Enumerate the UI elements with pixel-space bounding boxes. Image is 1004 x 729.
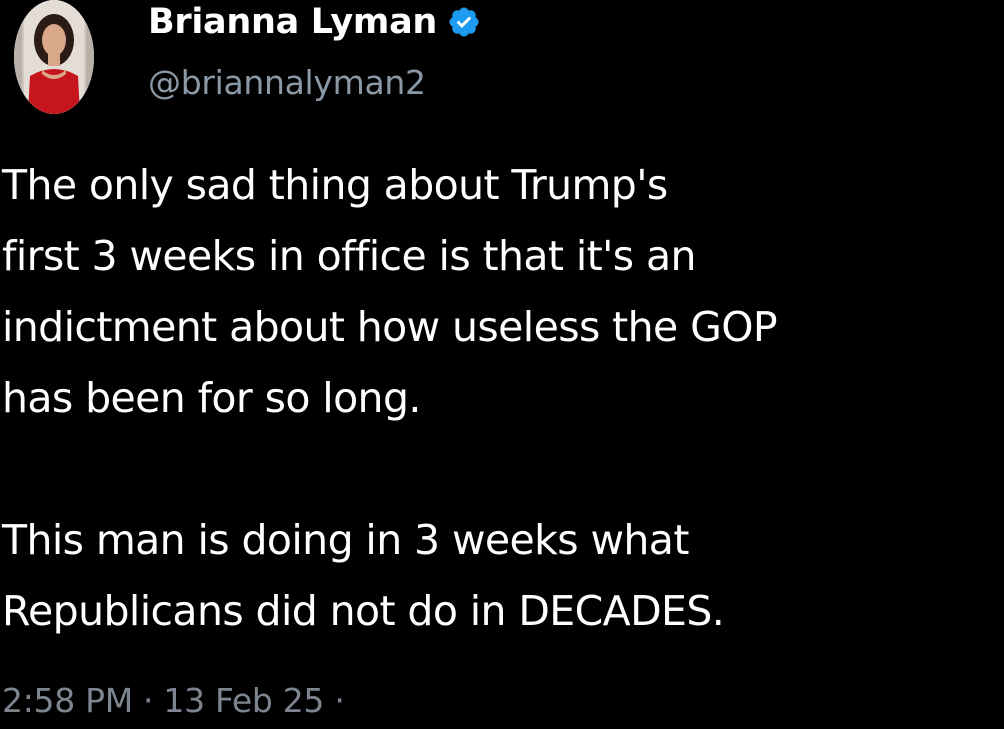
tweet-timestamp[interactable]: 2:58 PM · 13 Feb 25 · bbox=[2, 681, 345, 720]
author-name-row[interactable]: Brianna Lyman bbox=[148, 2, 481, 42]
tweet: Brianna Lyman @briannalyman2 The only sa… bbox=[0, 0, 1004, 729]
author-display-name[interactable]: Brianna Lyman bbox=[148, 2, 437, 42]
tweet-text: The only sad thing about Trump's first 3… bbox=[2, 161, 778, 635]
avatar[interactable] bbox=[14, 0, 94, 114]
author-handle[interactable]: @briannalyman2 bbox=[148, 63, 426, 102]
verified-badge-icon bbox=[447, 5, 481, 39]
profile-photo-icon bbox=[14, 0, 94, 114]
